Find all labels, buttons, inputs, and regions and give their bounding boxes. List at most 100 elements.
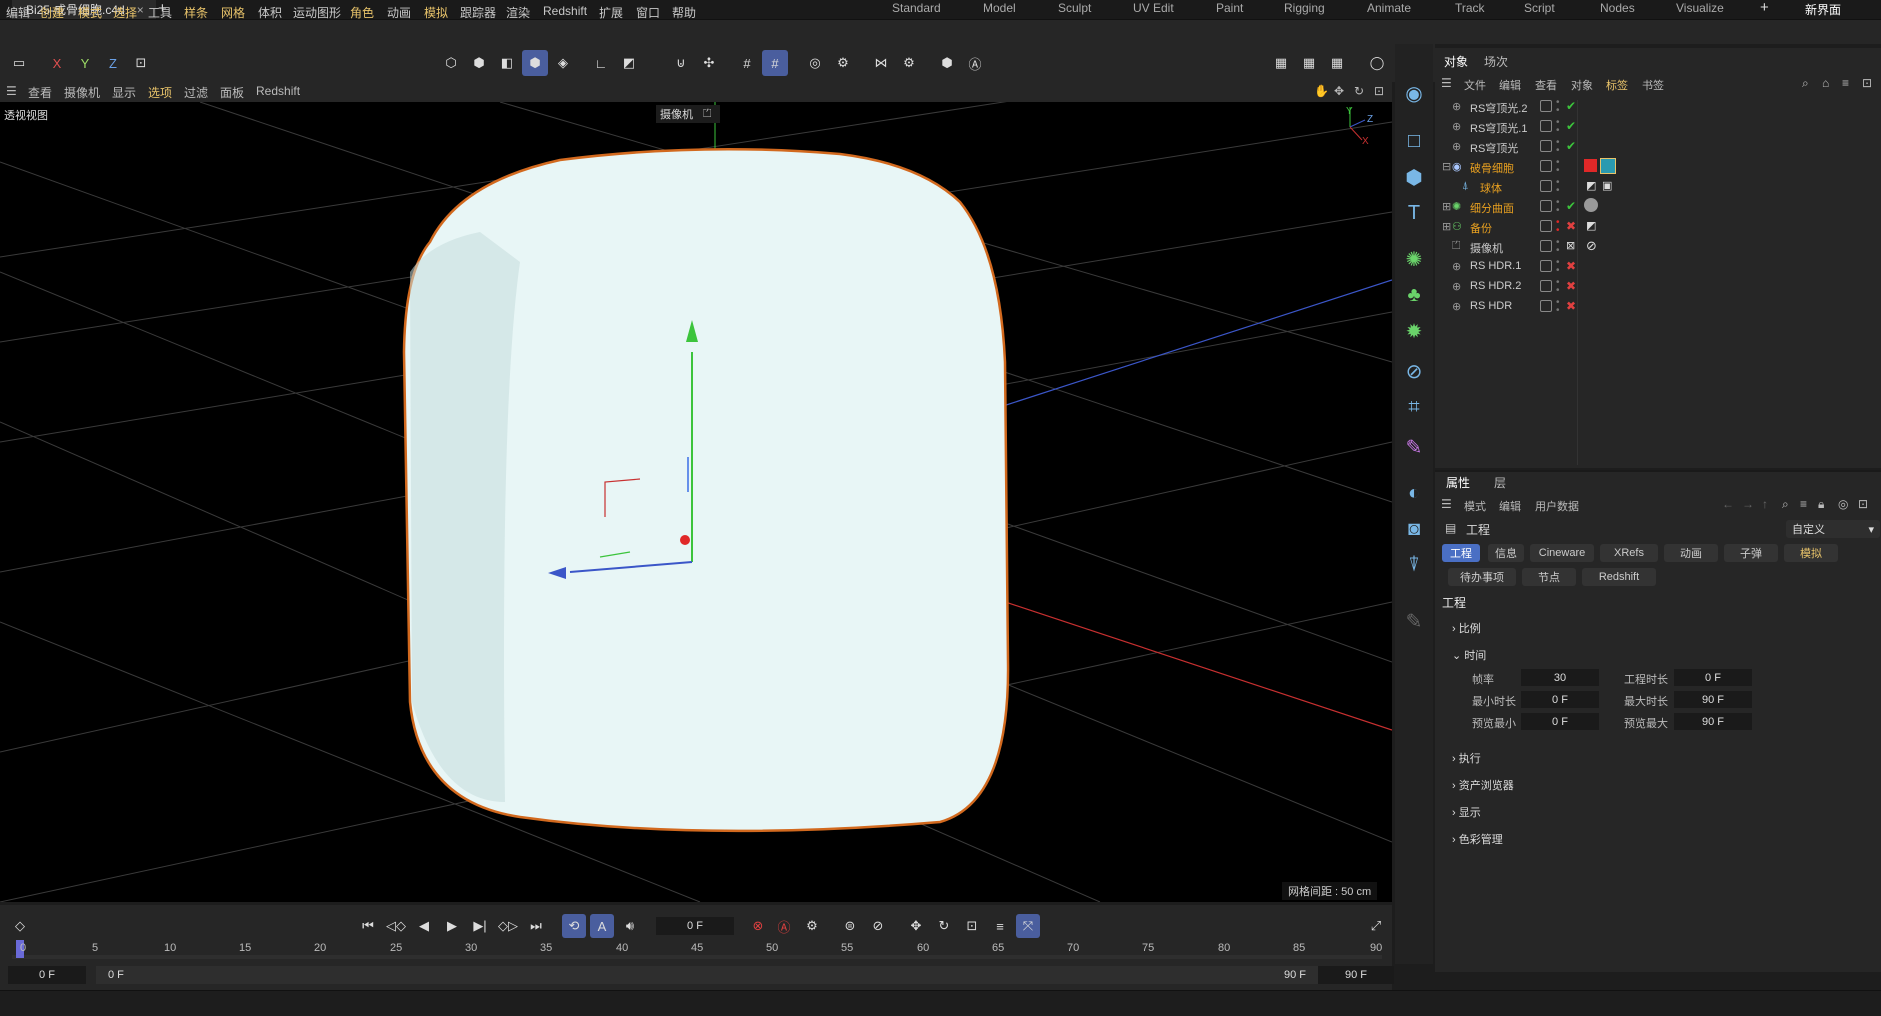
texture-tag-icon[interactable]: ▣ xyxy=(1602,179,1612,192)
object-row-dome-light-2[interactable]: ⊕ RS穹顶光.2 • • ✔ xyxy=(1440,97,1880,117)
ipr-window-icon[interactable]: ◯ xyxy=(1364,50,1390,76)
spline-pen-icon[interactable]: ✎ xyxy=(1399,432,1429,462)
layer-toggle[interactable] xyxy=(1540,180,1552,192)
om-menu-tags[interactable]: 标签 xyxy=(1606,77,1628,93)
menu-spline[interactable]: 样条 xyxy=(184,4,208,21)
visibility-dots[interactable]: • • xyxy=(1556,98,1560,116)
magnet-icon[interactable]: ⊍ xyxy=(668,50,694,76)
om-menu-file[interactable]: 文件 xyxy=(1464,77,1486,93)
viewport-menu-camera[interactable]: 摄像机 xyxy=(64,84,100,101)
render-settings-icon[interactable]: ▦ xyxy=(1324,50,1350,76)
layer-toggle[interactable] xyxy=(1540,140,1552,152)
max-time-field[interactable]: 90 F xyxy=(1674,691,1752,708)
filter-icon[interactable]: ≡ xyxy=(1842,76,1849,90)
forward-arrow-icon[interactable]: → xyxy=(1742,497,1754,511)
visibility-dots[interactable]: • • xyxy=(1556,298,1560,316)
generator-icon[interactable]: ✺ xyxy=(1399,244,1429,274)
tab-btn-nodes[interactable]: 节点 xyxy=(1522,568,1576,586)
visibility-dots[interactable]: • • xyxy=(1556,158,1560,176)
deformer-icon[interactable]: ✹ xyxy=(1399,316,1429,346)
material-tag-cyan-icon[interactable] xyxy=(1600,158,1616,174)
om-menu-edit[interactable]: 编辑 xyxy=(1499,77,1521,93)
tab-btn-todo[interactable]: 待办事项 xyxy=(1448,568,1516,586)
autokey-icon[interactable]: Ⓐ xyxy=(772,914,796,938)
layout-uv-edit[interactable]: UV Edit xyxy=(1133,1,1174,15)
enabled-check-icon[interactable]: ✔ xyxy=(1566,199,1576,213)
viewport-menu-display[interactable]: 显示 xyxy=(112,84,136,101)
tab-layers[interactable]: 层 xyxy=(1494,474,1506,491)
key-param-icon[interactable]: ⊡ xyxy=(960,914,984,938)
visibility-dots[interactable]: • • xyxy=(1556,118,1560,136)
object-row-osteoclast[interactable]: ⊟ ◉ 破骨细胞 • • xyxy=(1440,157,1880,177)
cube-primitive-icon[interactable]: ⬢ xyxy=(1399,162,1429,192)
object-row-rs-hdr-2[interactable]: ⊕ RS HDR.2 • • ✖ xyxy=(1440,277,1880,297)
axis-mode-icon[interactable]: ∟ xyxy=(588,50,614,76)
visibility-dots[interactable]: • • xyxy=(1556,138,1560,156)
search-icon[interactable]: ⌕ xyxy=(1802,76,1809,91)
object-row-dome-light-1[interactable]: ⊕ RS穹顶光.1 • • ✔ xyxy=(1440,117,1880,137)
viewport-menu-panel[interactable]: 面板 xyxy=(220,84,244,101)
keyframe-icon[interactable]: ◇ xyxy=(8,914,32,938)
up-arrow-icon[interactable]: ↑ xyxy=(1762,497,1768,511)
layout-model[interactable]: Model xyxy=(983,1,1016,15)
next-frame-icon[interactable]: ▶| xyxy=(468,914,492,938)
layer-toggle[interactable] xyxy=(1540,300,1552,312)
key-scale-icon[interactable]: ↻ xyxy=(932,914,956,938)
enabled-check-icon[interactable]: ✔ xyxy=(1566,99,1576,113)
section-scale[interactable]: › 比例 xyxy=(1452,620,1481,636)
viewport-camera-label[interactable]: 摄像机 ⏍ xyxy=(656,105,720,123)
rotate-view-icon[interactable]: ↻ xyxy=(1354,84,1364,98)
material-sphere-icon[interactable] xyxy=(1584,198,1598,212)
om-menu-object[interactable]: 对象 xyxy=(1571,77,1593,93)
phong-tag-icon[interactable]: ◩ xyxy=(1586,219,1596,232)
min-time-field[interactable]: 0 F xyxy=(1521,691,1599,708)
layer-toggle[interactable] xyxy=(1540,220,1552,232)
tab-attributes[interactable]: 属性 xyxy=(1446,474,1470,491)
layout-track[interactable]: Track xyxy=(1455,1,1485,15)
tweak-icon[interactable]: ✣ xyxy=(696,50,722,76)
light-object-icon[interactable]: ⍒ xyxy=(1399,550,1429,580)
frame-rate-icon[interactable]: A xyxy=(590,914,614,938)
expand-icon[interactable]: ⊞ xyxy=(1442,220,1451,233)
menu-window[interactable]: 窗口 xyxy=(636,4,660,21)
object-row-rs-hdr[interactable]: ⊕ RS HDR • • ✖ xyxy=(1440,297,1880,317)
preview-max-field[interactable]: 90 F xyxy=(1674,713,1752,730)
preview-range-bar[interactable]: 0 F 90 F xyxy=(96,966,1326,984)
visibility-dots[interactable]: • • xyxy=(1556,198,1560,216)
visibility-dots[interactable]: • • xyxy=(1556,218,1560,236)
points-mode-icon[interactable]: ⬡ xyxy=(438,50,464,76)
viewport-menu-options[interactable]: 选项 xyxy=(148,84,172,101)
layout-visualize[interactable]: Visualize xyxy=(1676,1,1724,15)
object-row-backup[interactable]: ⊞ ⚇ 备份 • • ✖ ◩ xyxy=(1440,217,1880,237)
timeline-expand-icon[interactable]: ⤢ xyxy=(1364,914,1388,938)
back-arrow-icon[interactable]: ← xyxy=(1722,497,1734,511)
section-color-management[interactable]: › 色彩管理 xyxy=(1452,831,1503,847)
key-pla-icon[interactable]: ≡ xyxy=(988,914,1012,938)
menu-simulate[interactable]: 模拟 xyxy=(424,4,448,21)
am-menu-user-data[interactable]: 用户数据 xyxy=(1535,498,1579,514)
layout-paint[interactable]: Paint xyxy=(1216,1,1243,15)
y-axis-lock[interactable]: Y xyxy=(72,50,98,76)
keyframe-selection-icon[interactable]: ⚙ xyxy=(800,914,824,938)
material-icon[interactable]: ◐ xyxy=(1399,478,1429,508)
live-select-icon[interactable]: ◉ xyxy=(1399,78,1429,108)
attribute-new-window-icon[interactable]: ⊡ xyxy=(1858,497,1868,511)
am-menu-edit[interactable]: 编辑 xyxy=(1499,498,1521,514)
visibility-dots[interactable]: • • xyxy=(1556,178,1560,196)
menu-volume[interactable]: 体积 xyxy=(258,4,282,21)
layout-script[interactable]: Script xyxy=(1524,1,1555,15)
section-asset-browser[interactable]: › 资产浏览器 xyxy=(1452,777,1514,793)
target-tag-icon[interactable]: ⊠ xyxy=(1566,239,1575,252)
coordinate-system-icon[interactable]: ⊡ xyxy=(128,50,154,76)
viewport-menu-redshift[interactable]: Redshift xyxy=(256,84,300,98)
attribute-filter-icon[interactable]: ≡ xyxy=(1800,497,1807,511)
attribute-search-icon[interactable]: ⌕ xyxy=(1782,497,1789,512)
om-menu-bookmarks[interactable]: 书签 xyxy=(1642,77,1664,93)
menu-extensions[interactable]: 扩展 xyxy=(599,4,623,21)
menu-mograph[interactable]: 运动图形 xyxy=(293,4,341,21)
tab-objects[interactable]: 对象 xyxy=(1444,53,1468,70)
pan-hand-icon[interactable]: ✋ xyxy=(1314,84,1329,98)
menu-mode[interactable]: 模式 xyxy=(78,4,102,21)
section-time[interactable]: ⌄ 时间 xyxy=(1452,647,1486,663)
menu-select[interactable]: 选择 xyxy=(113,4,137,21)
